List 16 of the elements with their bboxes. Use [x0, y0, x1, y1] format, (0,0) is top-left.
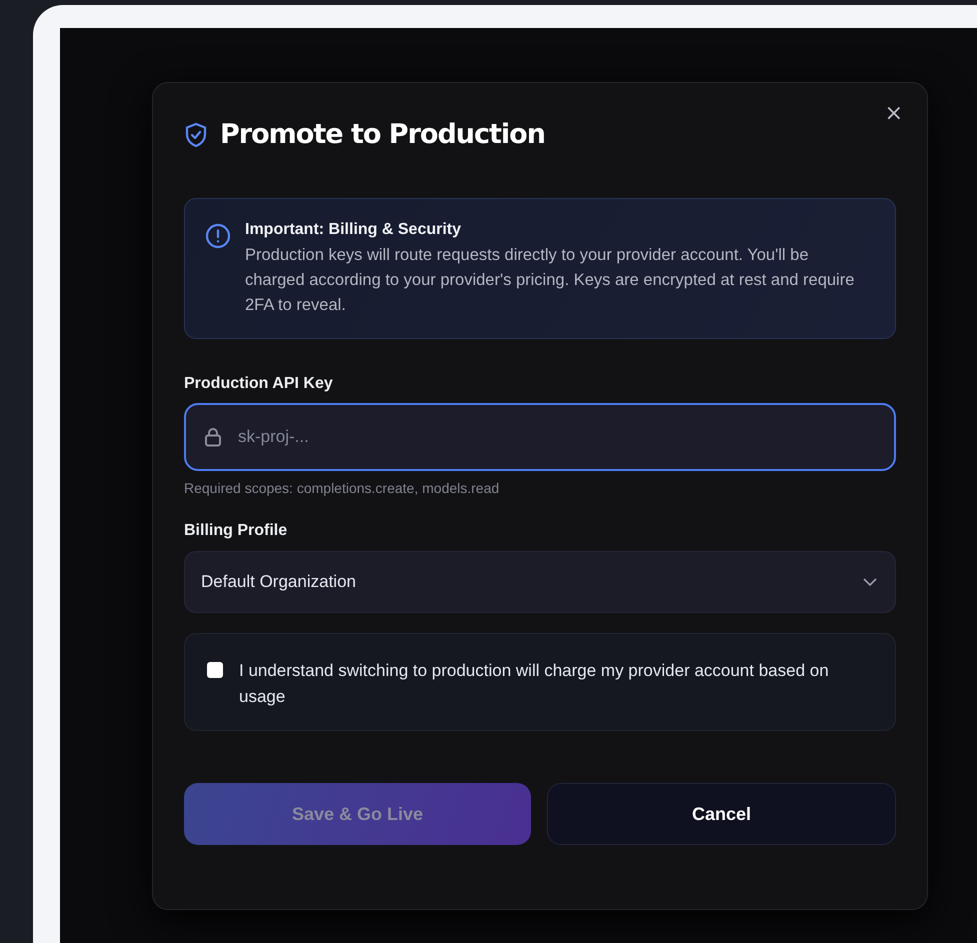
billing-dropdown[interactable]: Default Organization	[184, 551, 896, 613]
field-label: Billing Profile	[184, 522, 288, 540]
shield-check-icon	[184, 122, 208, 148]
notice-title: Important: Billing & Security	[245, 221, 462, 239]
notice-text: Production keys will route requests directly to your provider account. You'll be charged according to your provider's pricing. Keys are encrypted at rest and require 2FA to reveal.	[245, 245, 855, 316]
cancel-button[interactable]: Cancel	[547, 783, 896, 845]
close-button[interactable]: ×	[880, 101, 907, 126]
field-label: Production API Key	[184, 375, 334, 393]
lock-icon	[204, 427, 222, 447]
info-icon	[205, 223, 231, 249]
consent-checkbox[interactable]	[207, 662, 223, 678]
api-key-field[interactable]: sk-proj-...	[184, 403, 896, 471]
field-hint: Required scopes: completions.create, models.read	[184, 480, 500, 496]
chevron-down-icon	[863, 578, 877, 586]
dialog-title: Promote to Production	[220, 119, 545, 150]
consent-label: I understand switching to production will charge my provider account based on usage	[239, 660, 830, 708]
